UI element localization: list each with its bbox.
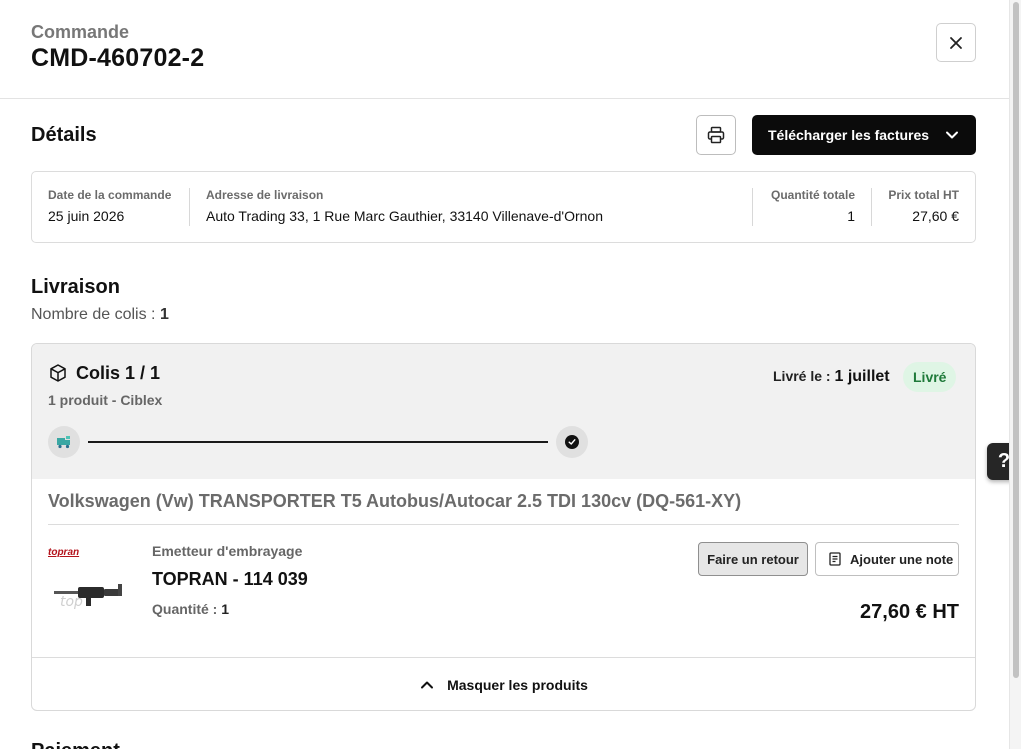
chevron-up-icon — [421, 681, 434, 688]
total-price-label: Prix total HT — [888, 188, 959, 202]
delivery-title: Livraison — [31, 276, 120, 298]
add-note-button[interactable]: Ajouter une note — [815, 542, 959, 576]
total-price: Prix total HT 27,60 € — [887, 188, 959, 224]
scroll-thumb[interactable] — [1013, 2, 1019, 678]
close-icon — [950, 36, 962, 49]
package-card: Colis 1 / 1 1 produit - Ciblex Livré le … — [31, 343, 976, 711]
package-subtitle: 1 produit - Ciblex — [48, 392, 163, 408]
product-price: 27,60 € HT — [860, 601, 959, 623]
package-title: Colis 1 / 1 — [76, 363, 161, 383]
order-id: CMD-460702-2 — [31, 44, 205, 72]
close-button[interactable] — [936, 23, 976, 62]
delivered-date: 1 juillet — [834, 368, 890, 385]
order-date-label: Date de la commande — [48, 188, 172, 202]
note-icon — [829, 552, 841, 566]
tracking-end-step — [556, 426, 588, 458]
colis-count: Nombre de colis : 1 — [31, 306, 169, 324]
product-category: Emetteur d'embrayage — [152, 543, 303, 559]
brand-logo: topran — [48, 547, 80, 558]
order-summary: Date de la commande 25 juin 2026 Adresse… — [31, 171, 976, 243]
delivered-label: Livré le : — [773, 368, 831, 384]
divider — [189, 188, 190, 226]
header-kicker: Commande — [31, 22, 130, 42]
product-name: TOPRAN - 114 039 — [152, 569, 308, 589]
payment-title: Paiement — [31, 740, 120, 749]
divider — [871, 188, 872, 226]
status-badge: Livré — [903, 362, 957, 392]
details-title: Détails — [31, 124, 97, 146]
order-date: Date de la commande 25 juin 2026 — [48, 188, 171, 224]
package-icon — [50, 364, 66, 382]
colis-count-value: 1 — [159, 306, 169, 323]
add-note-label: Ajouter une note — [850, 551, 954, 567]
divider — [48, 524, 959, 525]
product-image: top — [54, 584, 122, 610]
download-invoices-label: Télécharger les factures — [768, 127, 930, 143]
quantity-label: Quantité totale — [770, 188, 855, 202]
print-button[interactable] — [696, 115, 736, 155]
check-circle-icon — [565, 435, 579, 449]
chevron-down-icon — [946, 131, 958, 139]
vehicle-label: Volkswagen (Vw) TRANSPORTER T5 Autobus/A… — [48, 491, 742, 511]
product-quantity: Quantité : 1 — [152, 601, 229, 617]
address-value: Auto Trading 33, 1 Rue Marc Gauthier, 33… — [206, 208, 603, 224]
printer-icon — [707, 126, 725, 144]
hide-products-button[interactable]: Masquer les produits — [32, 658, 975, 710]
product-quantity-label: Quantité : — [152, 601, 218, 617]
hide-products-label: Masquer les produits — [447, 676, 588, 693]
total-price-value: 27,60 € — [912, 208, 959, 224]
total-quantity: Quantité totale 1 — [769, 188, 855, 224]
delivered-on: Livré le : 1 juillet — [773, 368, 890, 386]
tracking-progress-line — [88, 441, 548, 443]
quantity-value: 1 — [847, 208, 855, 224]
truck-icon — [57, 436, 70, 449]
modal-header: Commande CMD-460702-2 — [0, 0, 1009, 99]
tracking-start-step — [48, 426, 80, 458]
address-label: Adresse de livraison — [206, 188, 324, 202]
divider — [752, 188, 753, 226]
product-quantity-value: 1 — [221, 601, 230, 617]
order-date-value: 25 juin 2026 — [48, 208, 125, 224]
download-invoices-button[interactable]: Télécharger les factures — [752, 115, 976, 155]
colis-count-label: Nombre de colis : — [31, 306, 156, 323]
scrollbar[interactable] — [1009, 0, 1021, 749]
package-header: Colis 1 / 1 1 produit - Ciblex Livré le … — [32, 344, 975, 479]
delivery-address: Adresse de livraison Auto Trading 33, 1 … — [206, 188, 603, 224]
return-button[interactable]: Faire un retour — [698, 542, 808, 576]
